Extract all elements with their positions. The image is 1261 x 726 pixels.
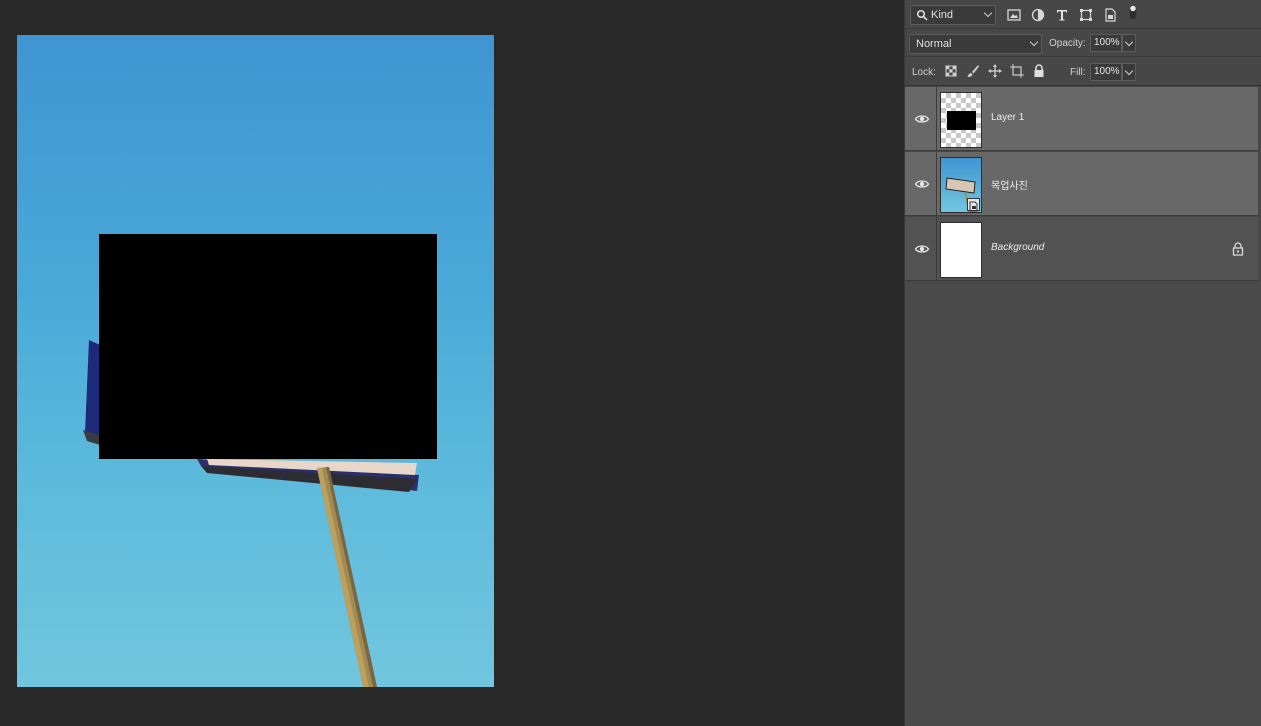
blend-mode-bar: Normal Opacity: 100% (905, 29, 1261, 57)
document-canvas[interactable] (17, 35, 494, 687)
lock-bar: Lock: Fill: 100% (905, 57, 1261, 86)
filter-kind-dropdown[interactable]: Kind (910, 5, 996, 25)
layer-thumbnail[interactable] (940, 222, 982, 278)
opacity-dropdown-button[interactable] (1122, 34, 1136, 52)
lock-all-icon[interactable] (1031, 63, 1047, 79)
smart-object-filter-icon[interactable] (1102, 7, 1118, 23)
eye-icon[interactable] (914, 111, 930, 127)
blend-mode-value: Normal (916, 38, 952, 50)
adjustment-filter-icon[interactable] (1030, 7, 1046, 23)
layer-row-layer-1[interactable]: Layer 1 (905, 87, 1258, 151)
image-filter-icon[interactable] (1006, 7, 1022, 23)
smart-object-badge-icon (967, 198, 980, 212)
lock-icon[interactable] (1232, 242, 1244, 256)
layers-panel: Kind Normal Opacity: 100% Lock: Fill: 10… (904, 0, 1261, 726)
filter-toggle-icon[interactable] (1125, 4, 1137, 24)
eye-icon[interactable] (914, 176, 930, 192)
eye-icon[interactable] (914, 241, 930, 257)
layer-name[interactable]: 목업사진 (991, 177, 1028, 192)
lock-transparent-icon[interactable] (943, 63, 959, 79)
filter-kind-label: Kind (931, 9, 954, 21)
layer-row-smart-object[interactable]: 목업사진 (905, 152, 1258, 216)
fill-dropdown-button[interactable] (1122, 63, 1136, 81)
shape-filter-icon[interactable] (1078, 7, 1094, 23)
layer-name[interactable]: Background (991, 242, 1044, 253)
canvas-workspace[interactable] (0, 0, 904, 726)
fill-input[interactable]: 100% (1090, 63, 1122, 81)
type-filter-icon[interactable] (1054, 7, 1070, 23)
blend-mode-dropdown[interactable]: Normal (909, 34, 1042, 54)
lock-image-icon[interactable] (965, 63, 981, 79)
layer-row-background[interactable]: Background (905, 217, 1258, 281)
layer-thumbnail[interactable] (940, 157, 982, 213)
lock-position-icon[interactable] (987, 63, 1003, 79)
search-icon (916, 9, 928, 21)
fill-label: Fill: (1070, 67, 1086, 78)
opacity-input[interactable]: 100% (1090, 34, 1122, 52)
layer-thumbnail[interactable] (940, 92, 982, 148)
layer-name[interactable]: Layer 1 (991, 112, 1024, 123)
lock-label: Lock: (912, 67, 936, 78)
layer1-black-rectangle[interactable] (99, 234, 437, 459)
opacity-label: Opacity: (1049, 38, 1086, 49)
layers-empty-area[interactable] (905, 282, 1261, 726)
lock-artboard-icon[interactable] (1009, 63, 1025, 79)
layer-filter-bar: Kind (905, 0, 1261, 29)
